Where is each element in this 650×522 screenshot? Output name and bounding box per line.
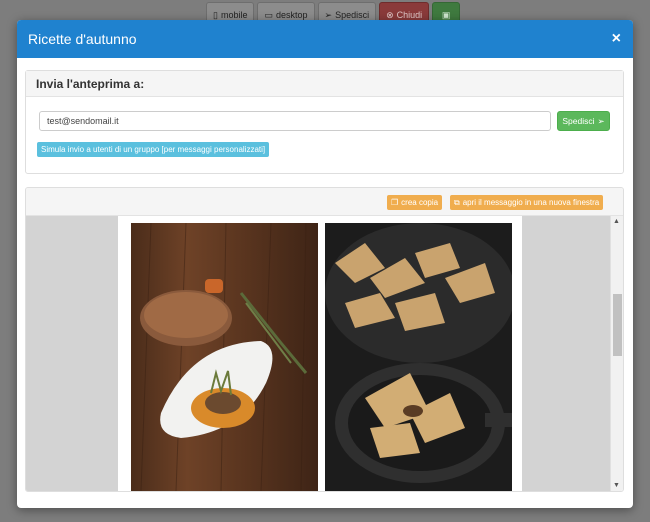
close-circle-icon: ⊗ xyxy=(386,9,394,20)
modal-header: Ricette d'autunno × xyxy=(17,20,633,58)
save-icon: ▣ xyxy=(441,9,451,20)
scroll-up-icon[interactable]: ▲ xyxy=(613,218,620,225)
paper-plane-icon: ➢ xyxy=(597,115,605,126)
send-preview-panel: Invia l'anteprima a: Spedisci ➢ Simula i… xyxy=(25,70,624,174)
mobile-icon: ▯ xyxy=(213,9,218,20)
open-new-window-button[interactable]: ⧉ apri il messaggio in una nuova finestr… xyxy=(450,195,604,210)
email-body xyxy=(118,216,522,491)
close-icon[interactable]: × xyxy=(612,30,621,48)
pumpkin-dish-photo xyxy=(131,223,318,491)
preview-modal: Ricette d'autunno × Invia l'anteprima a:… xyxy=(17,20,633,508)
desktop-icon: ▭ xyxy=(264,9,273,20)
message-preview-panel: ❐ crea copia ⧉ apri il messaggio in una … xyxy=(25,187,624,492)
create-copy-button[interactable]: ❐ crea copia xyxy=(387,195,443,210)
preview-scrollbar[interactable]: ▲ ▼ xyxy=(610,216,623,491)
external-link-icon: ⧉ xyxy=(454,197,460,207)
scroll-thumb[interactable] xyxy=(613,294,622,356)
paper-plane-icon: ➢ xyxy=(324,9,333,20)
modal-title: Ricette d'autunno xyxy=(28,31,137,47)
copy-icon: ❐ xyxy=(391,198,399,207)
simulate-group-send-link[interactable]: Simula invio a utenti di un gruppo [per … xyxy=(37,142,270,157)
send-preview-heading: Invia l'anteprima a: xyxy=(26,71,623,97)
email-field[interactable] xyxy=(39,111,551,131)
send-preview-button[interactable]: Spedisci ➢ xyxy=(557,111,610,131)
message-preview-toolbar: ❐ crea copia ⧉ apri il messaggio in una … xyxy=(26,188,623,216)
message-preview-frame xyxy=(26,216,612,491)
pastry-pan-photo xyxy=(325,223,512,491)
scroll-down-icon[interactable]: ▼ xyxy=(613,482,620,489)
